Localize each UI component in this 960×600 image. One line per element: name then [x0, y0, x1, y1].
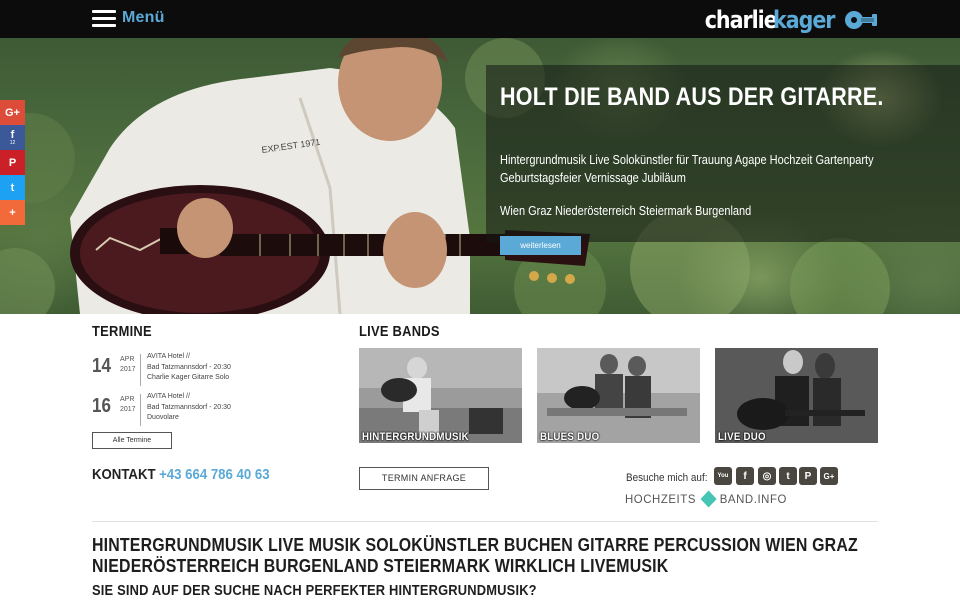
content-subheading: SIE SIND AUF DER SUCHE NACH PERFEKTER HI…	[92, 582, 537, 599]
event-location-time: Bad Tatzmannsdorf - 20:30	[147, 403, 231, 411]
menu-button[interactable]: Menü	[92, 9, 165, 27]
logo-text-kager: kager	[772, 6, 835, 34]
contact-label: KONTAKT	[92, 466, 156, 483]
read-more-button[interactable]: weiterlesen	[500, 236, 581, 255]
youtube-link[interactable]: You	[714, 467, 732, 485]
event-location-time: Bad Tatzmannsdorf - 20:30	[147, 363, 231, 371]
event-day: 16	[92, 395, 111, 417]
google-plus-icon: G+	[823, 471, 835, 481]
share-sidebar: G+ f 12 P t +	[0, 100, 25, 225]
event-month-year: APR 2017	[120, 355, 136, 375]
band-card-hintergrundmusik[interactable]: HINTERGRUNDMUSIK	[359, 348, 522, 443]
band-photo	[715, 348, 878, 443]
hochzeitsband-diamond-icon	[700, 490, 717, 508]
hero-regions: Wien Graz Niederösterreich Steiermark Bu…	[500, 204, 752, 218]
site-logo[interactable]: charlie kager	[693, 6, 878, 34]
all-events-button[interactable]: Alle Termine	[92, 432, 172, 449]
hero-banner: EXP.EST 1971 HOLT DIE BAND AUS DER GITAR…	[0, 38, 960, 314]
google-plus-icon: G+	[5, 106, 20, 119]
band-label: BLUES DUO	[540, 431, 600, 443]
hochzeitsband-link[interactable]: HOCHZEITS BAND.INFO	[625, 490, 787, 508]
youtube-icon: You	[717, 473, 729, 479]
google-plus-link[interactable]: G+	[820, 467, 838, 485]
event-item[interactable]: 14 APR 2017 AVITA Hotel // Bad Tatzmanns…	[92, 352, 272, 388]
hamburger-icon	[92, 9, 116, 27]
hochzeitsband-text-right: BAND.INFO	[719, 492, 787, 506]
band-card-live-duo[interactable]: LIVE DUO	[715, 348, 878, 443]
section-divider	[92, 521, 878, 522]
contact-phone-link[interactable]: +43 664 786 40 63	[159, 466, 269, 483]
pinterest-share-button[interactable]: P	[0, 150, 25, 175]
google-plus-share-button[interactable]: G+	[0, 100, 25, 125]
event-year: 2017	[120, 406, 136, 413]
event-year: 2017	[120, 366, 136, 373]
hero-description-line-1: Hintergrundmusik Live Solokünstler für T…	[500, 153, 874, 167]
twitter-icon: t	[10, 181, 15, 194]
event-divider	[140, 394, 141, 426]
band-photo	[537, 348, 700, 443]
top-navigation-bar: Menü charlie kager	[0, 0, 960, 38]
facebook-share-count: 12	[9, 140, 16, 146]
event-day: 14	[92, 355, 111, 377]
event-divider	[140, 354, 141, 386]
event-details: AVITA Hotel // Bad Tatzmannsdorf - 20:30…	[147, 392, 231, 424]
logo-text-charlie: charlie	[704, 6, 778, 34]
facebook-link[interactable]: f	[736, 467, 754, 485]
more-share-button[interactable]: +	[0, 200, 25, 225]
booking-request-button[interactable]: TERMIN ANFRAGE	[359, 467, 489, 490]
guitar-logo-icon	[845, 11, 877, 29]
pinterest-link[interactable]: P	[799, 467, 817, 485]
twitter-share-button[interactable]: t	[0, 175, 25, 200]
band-photo	[359, 348, 522, 443]
event-month: APR	[120, 396, 135, 403]
event-title: Charlie Kager Gitarre Solo	[147, 374, 230, 381]
twitter-link[interactable]: t	[779, 467, 797, 485]
menu-label: Menü	[122, 9, 165, 26]
termine-heading: TERMINE	[92, 323, 152, 340]
band-label: LIVE DUO	[718, 431, 766, 443]
seo-heading: HINTERGRUNDMUSIK LIVE MUSIK SOLOKÜNSTLER…	[92, 534, 858, 576]
event-item[interactable]: 16 APR 2017 AVITA Hotel // Bad Tatzmanns…	[92, 392, 272, 428]
event-venue: AVITA Hotel //	[147, 353, 190, 360]
band-card-blues-duo[interactable]: BLUES DUO	[537, 348, 700, 443]
more-plus-icon: +	[9, 206, 16, 219]
hero-description: Hintergrundmusik Live Solokünstler für T…	[500, 151, 874, 187]
event-title: Duovolare	[147, 414, 179, 421]
facebook-share-button[interactable]: f 12	[0, 125, 25, 150]
hero-text-panel: HOLT DIE BAND AUS DER GITARRE. Hintergru…	[486, 65, 960, 255]
band-label: HINTERGRUNDMUSIK	[362, 431, 469, 443]
visit-label: Besuche mich auf:	[626, 472, 708, 484]
event-details: AVITA Hotel // Bad Tatzmannsdorf - 20:30…	[147, 352, 231, 384]
live-bands-heading: LIVE BANDS	[359, 323, 440, 340]
instagram-link[interactable]: ◎	[758, 467, 776, 485]
event-venue: AVITA Hotel //	[147, 393, 190, 400]
event-month-year: APR 2017	[120, 395, 136, 415]
twitter-icon: t	[786, 470, 790, 482]
hochzeitsband-text-left: HOCHZEITS	[625, 492, 696, 506]
facebook-icon: f	[743, 470, 747, 482]
pinterest-icon: P	[804, 470, 812, 482]
contact-line: KONTAKT +43 664 786 40 63	[92, 466, 270, 483]
hero-description-line-2: Geburtstagsfeier Vernissage Jubiläum	[500, 171, 686, 185]
hero-title: HOLT DIE BAND AUS DER GITARRE.	[500, 83, 884, 111]
instagram-icon: ◎	[762, 470, 772, 482]
event-month: APR	[120, 356, 135, 363]
pinterest-icon: P	[8, 156, 17, 169]
